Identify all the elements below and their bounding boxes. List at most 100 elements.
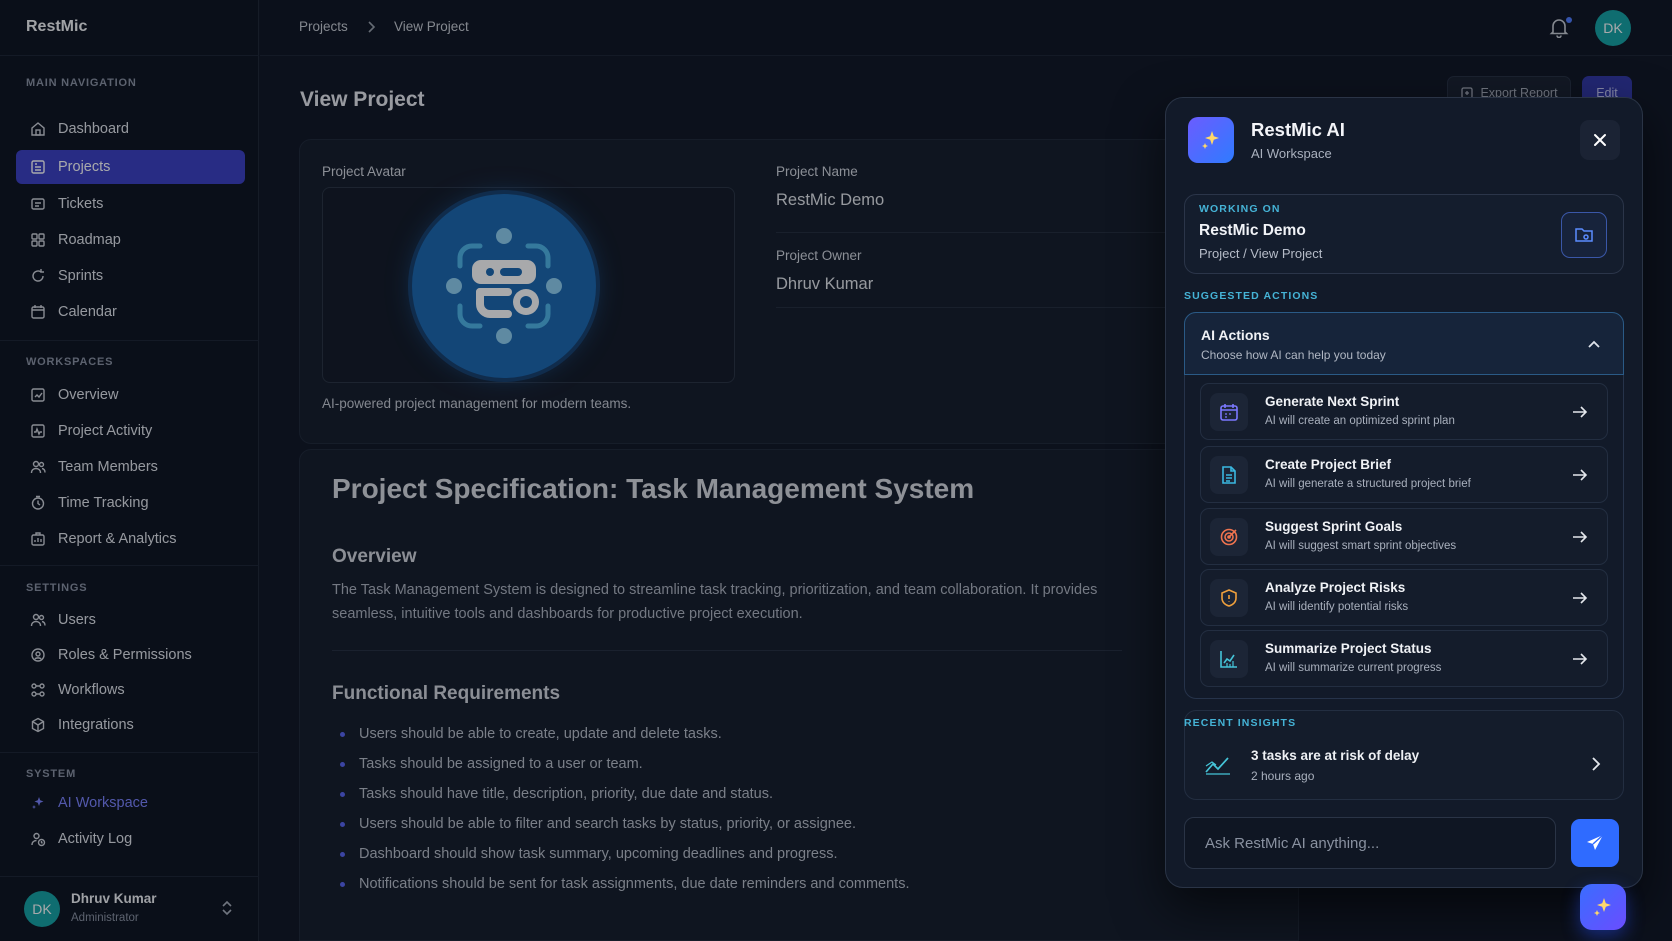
tickets-icon [30,196,46,212]
notification-dot [1566,17,1572,23]
action-title: Create Project Brief [1265,457,1392,472]
action-analyze-project-risks[interactable]: Analyze Project Risks AI will identify p… [1200,569,1608,626]
ai-actions-header[interactable] [1184,312,1624,375]
trend-icon [1205,757,1230,775]
log-icon [30,831,46,847]
insight-time: 2 hours ago [1251,769,1315,783]
list-item: Dashboard should show task summary, upco… [340,846,838,862]
sidebar-item-tickets[interactable]: Tickets [16,187,245,221]
sparkle-icon [1594,898,1611,916]
sidebar-item-label: Calendar [58,304,117,320]
sidebar-item-activity-log[interactable]: Activity Log [16,822,245,856]
report-icon [30,531,46,547]
list-item: Tasks should have title, description, pr… [340,786,773,802]
sidebar-item-roles-permissions[interactable]: Roles & Permissions [16,638,245,672]
sidebar-item-label: Projects [58,159,111,175]
arrow-right-icon [1573,469,1588,481]
sidebar-item-calendar[interactable]: Calendar [16,295,245,329]
ai-chat-input[interactable] [1184,817,1556,869]
sidebar-item-users[interactable]: Users [16,603,245,637]
section-label-system: SYSTEM [26,768,77,780]
sidebar-item-label: AI Workspace [58,795,148,811]
brand-logo[interactable]: RestMic [26,18,87,36]
sprints-icon [30,268,46,284]
sidebar-item-overview[interactable]: Overview [16,378,245,412]
dashboard-icon [30,121,46,137]
action-create-project-brief[interactable]: Create Project Brief AI will generate a … [1200,446,1608,503]
projects-icon [30,159,46,175]
restmic-logo-icon [446,228,562,344]
divider [332,650,1122,651]
list-item: Tasks should be assigned to a user or te… [340,756,643,772]
sidebar-item-ai-workspace[interactable]: AI Workspace [16,786,245,820]
close-icon [1594,134,1606,146]
chevron-updown-icon [222,900,232,916]
ai-actions-title: AI Actions [1201,327,1270,343]
action-suggest-sprint-goals[interactable]: Suggest Sprint Goals AI will suggest sma… [1200,508,1608,565]
divider [776,307,1196,308]
arrow-right-icon [1573,406,1588,418]
sidebar-item-workflows[interactable]: Workflows [16,673,245,707]
chevron-up-icon[interactable] [1587,338,1601,350]
arrow-right-icon [1573,531,1588,543]
calendar-icon [1210,393,1248,431]
sidebar-item-label: Workflows [58,682,125,698]
open-project-button[interactable] [1561,212,1607,258]
sidebar-item-integrations[interactable]: Integrations [16,708,245,742]
sidebar-item-roadmap[interactable]: Roadmap [16,223,245,257]
functional-requirements-heading: Functional Requirements [332,683,561,704]
users-icon [30,612,46,628]
target-icon [1210,518,1248,556]
sidebar-item-sprints[interactable]: Sprints [16,259,245,293]
suggested-actions-label: SUGGESTED ACTIONS [1184,290,1319,302]
action-generate-next-sprint[interactable]: Generate Next Sprint AI will create an o… [1200,383,1608,440]
shield-icon [1210,579,1248,617]
action-subtitle: AI will summarize current progress [1265,662,1442,674]
breadcrumb-view-project: View Project [394,19,469,34]
avatar[interactable]: DK [1595,10,1631,46]
send-button[interactable] [1571,819,1619,867]
action-subtitle: AI will generate a structured project br… [1265,478,1471,490]
sidebar-item-project-activity[interactable]: Project Activity [16,414,245,448]
list-item: Notifications should be sent for task as… [340,876,909,892]
sidebar-item-time-tracking[interactable]: Time Tracking [16,486,245,520]
sparkle-icon [30,795,46,811]
divider [0,340,259,341]
clock-icon [30,495,46,511]
divider [0,565,259,566]
sidebar-item-label: Dashboard [58,121,129,137]
sidebar-item-team-members[interactable]: Team Members [16,450,245,484]
ai-logo [1188,117,1234,163]
breadcrumb-projects[interactable]: Projects [299,19,348,34]
sidebar-item-label: Time Tracking [58,495,149,511]
sparkle-icon [1202,131,1219,149]
user-name: Dhruv Kumar [71,891,157,906]
sidebar-item-label: Team Members [58,459,158,475]
action-subtitle: AI will identify potential risks [1265,601,1409,613]
shield-icon [30,647,46,663]
close-button[interactable] [1580,120,1620,160]
list-item: Users should be able to create, update a… [340,726,722,742]
action-title: Suggest Sprint Goals [1265,519,1403,534]
page-title: View Project [300,88,425,111]
section-label-settings: SETTINGS [26,582,88,594]
action-subtitle: AI will suggest smart sprint objectives [1265,540,1457,552]
action-summarize-project-status[interactable]: Summarize Project Status AI will summari… [1200,630,1608,687]
overview-text: The Task Management System is designed t… [332,582,1098,622]
working-on-name: RestMic Demo [1199,222,1306,239]
sidebar-item-projects[interactable]: Projects [16,150,245,184]
divider [776,232,1196,233]
sidebar-item-dashboard[interactable]: Dashboard [16,112,245,146]
sidebar-item-label: Project Activity [58,423,153,439]
sidebar-item-report-analytics[interactable]: Report & Analytics [16,522,245,556]
send-icon [1587,834,1604,850]
divider [0,55,259,56]
user-profile[interactable]: DK Dhruv Kumar Administrator [0,876,259,941]
avatar: DK [24,891,60,927]
recent-insights-label: RECENT INSIGHTS [1184,717,1297,729]
ai-assistant-fab[interactable] [1580,884,1626,930]
user-role: Administrator [71,912,139,924]
working-on-label: WORKING ON [1199,203,1281,215]
topbar: Projects View Project [260,0,1672,56]
project-owner-label: Project Owner [776,248,862,263]
